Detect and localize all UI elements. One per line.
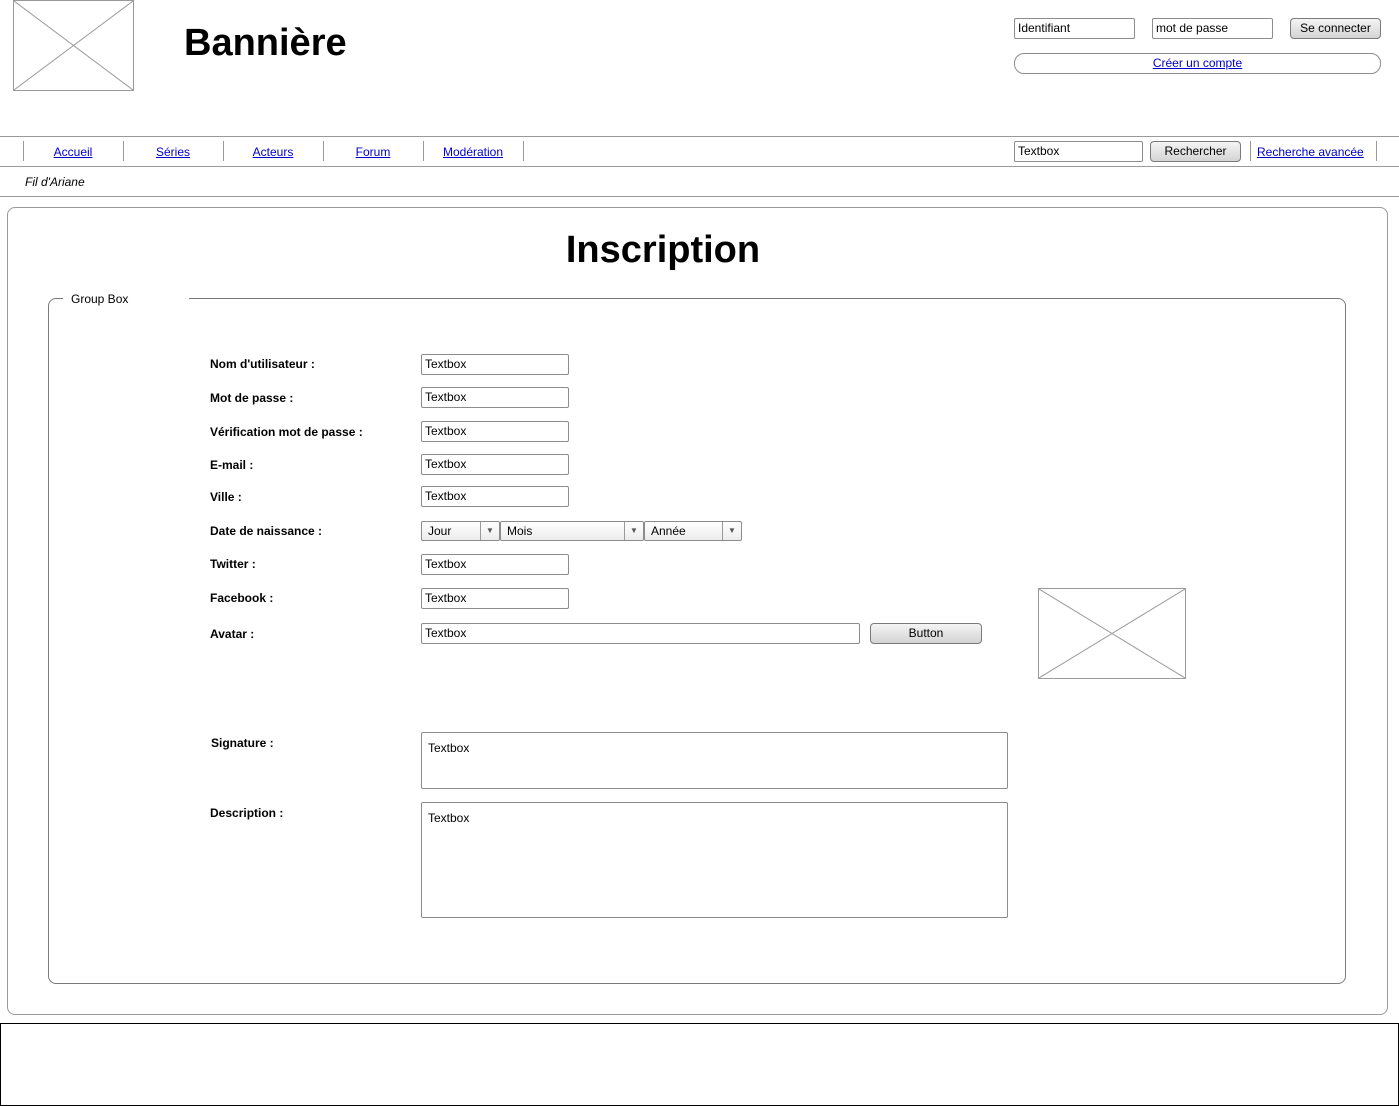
- create-account-link[interactable]: Créer un compte: [1153, 56, 1242, 70]
- username-field[interactable]: Textbox: [421, 354, 569, 375]
- nav-item-label[interactable]: Accueil: [54, 145, 93, 159]
- nav-bottom-divider: [0, 166, 1399, 167]
- nav-separator: [523, 141, 524, 161]
- avatar-browse-button[interactable]: Button: [870, 623, 982, 644]
- email-field[interactable]: Textbox: [421, 454, 569, 475]
- nav-item-label[interactable]: Acteurs: [253, 145, 294, 159]
- breadcrumb-divider: [0, 196, 1399, 197]
- footer: [0, 1023, 1399, 1106]
- avatar-label: Avatar :: [210, 627, 255, 641]
- birth-month-select[interactable]: Mois ▼: [500, 521, 644, 541]
- twitter-field[interactable]: Textbox: [421, 554, 569, 575]
- birth-day-value: Jour: [428, 524, 452, 538]
- page-title: Inscription: [565, 229, 761, 271]
- description-textarea[interactable]: Textbox: [421, 802, 1008, 918]
- email-label: E-mail :: [210, 458, 254, 472]
- nav-item-label[interactable]: Forum: [356, 145, 391, 159]
- chevron-down-icon: ▼: [722, 522, 741, 540]
- advanced-search-item[interactable]: Recherche avancée: [1257, 145, 1364, 159]
- create-account-bar[interactable]: Créer un compte: [1014, 53, 1381, 74]
- username-label: Nom d'utilisateur :: [210, 357, 315, 371]
- nav-item-accueil[interactable]: Accueil: [23, 145, 123, 159]
- description-label: Description :: [210, 806, 284, 820]
- nav-top-divider: [0, 136, 1399, 137]
- password-check-field[interactable]: Textbox: [421, 421, 569, 442]
- password-label: Mot de passe :: [210, 391, 294, 405]
- nav-item-moderation[interactable]: Modération: [423, 145, 523, 159]
- avatar-image-placeholder: [1038, 588, 1186, 679]
- avatar-field[interactable]: Textbox: [421, 623, 860, 644]
- nav-item-label[interactable]: Séries: [156, 145, 190, 159]
- nav-item-series[interactable]: Séries: [123, 145, 223, 159]
- birth-year-select[interactable]: Année ▼: [644, 521, 742, 541]
- signature-textarea[interactable]: Textbox: [421, 732, 1008, 789]
- chevron-down-icon: ▼: [480, 522, 499, 540]
- search-button[interactable]: Rechercher: [1150, 141, 1241, 162]
- nav-item-label[interactable]: Modération: [443, 145, 503, 159]
- breadcrumb: Fil d'Ariane: [25, 175, 85, 189]
- banner-title: Bannière: [184, 22, 347, 64]
- image-placeholder-icon: [1039, 589, 1185, 678]
- password-field[interactable]: Textbox: [421, 387, 569, 408]
- password-check-label: Vérification mot de passe :: [210, 425, 363, 439]
- nav-item-acteurs[interactable]: Acteurs: [223, 145, 323, 159]
- username-login-input[interactable]: Identifiant: [1014, 18, 1135, 39]
- birth-month-value: Mois: [507, 524, 533, 538]
- nav-separator: [1250, 141, 1251, 161]
- image-placeholder-icon: [14, 1, 133, 90]
- birth-year-value: Année: [651, 524, 686, 538]
- city-field[interactable]: Textbox: [421, 486, 569, 507]
- password-login-input[interactable]: mot de passe: [1152, 18, 1273, 39]
- chevron-down-icon: ▼: [624, 522, 643, 540]
- city-label: Ville :: [210, 490, 242, 504]
- login-button[interactable]: Se connecter: [1290, 18, 1381, 39]
- signature-label: Signature :: [211, 736, 274, 750]
- twitter-label: Twitter :: [210, 557, 256, 571]
- group-box-label: Group Box: [63, 291, 189, 307]
- birthdate-label: Date de naissance :: [210, 524, 323, 538]
- advanced-search-link[interactable]: Recherche avancée: [1257, 145, 1364, 159]
- search-input[interactable]: Textbox: [1014, 141, 1143, 162]
- nav-item-forum[interactable]: Forum: [323, 145, 423, 159]
- facebook-field[interactable]: Textbox: [421, 588, 569, 609]
- birth-day-select[interactable]: Jour ▼: [421, 521, 500, 541]
- facebook-label: Facebook :: [210, 591, 274, 605]
- logo-image-placeholder: [13, 0, 134, 91]
- nav-separator: [1376, 141, 1377, 161]
